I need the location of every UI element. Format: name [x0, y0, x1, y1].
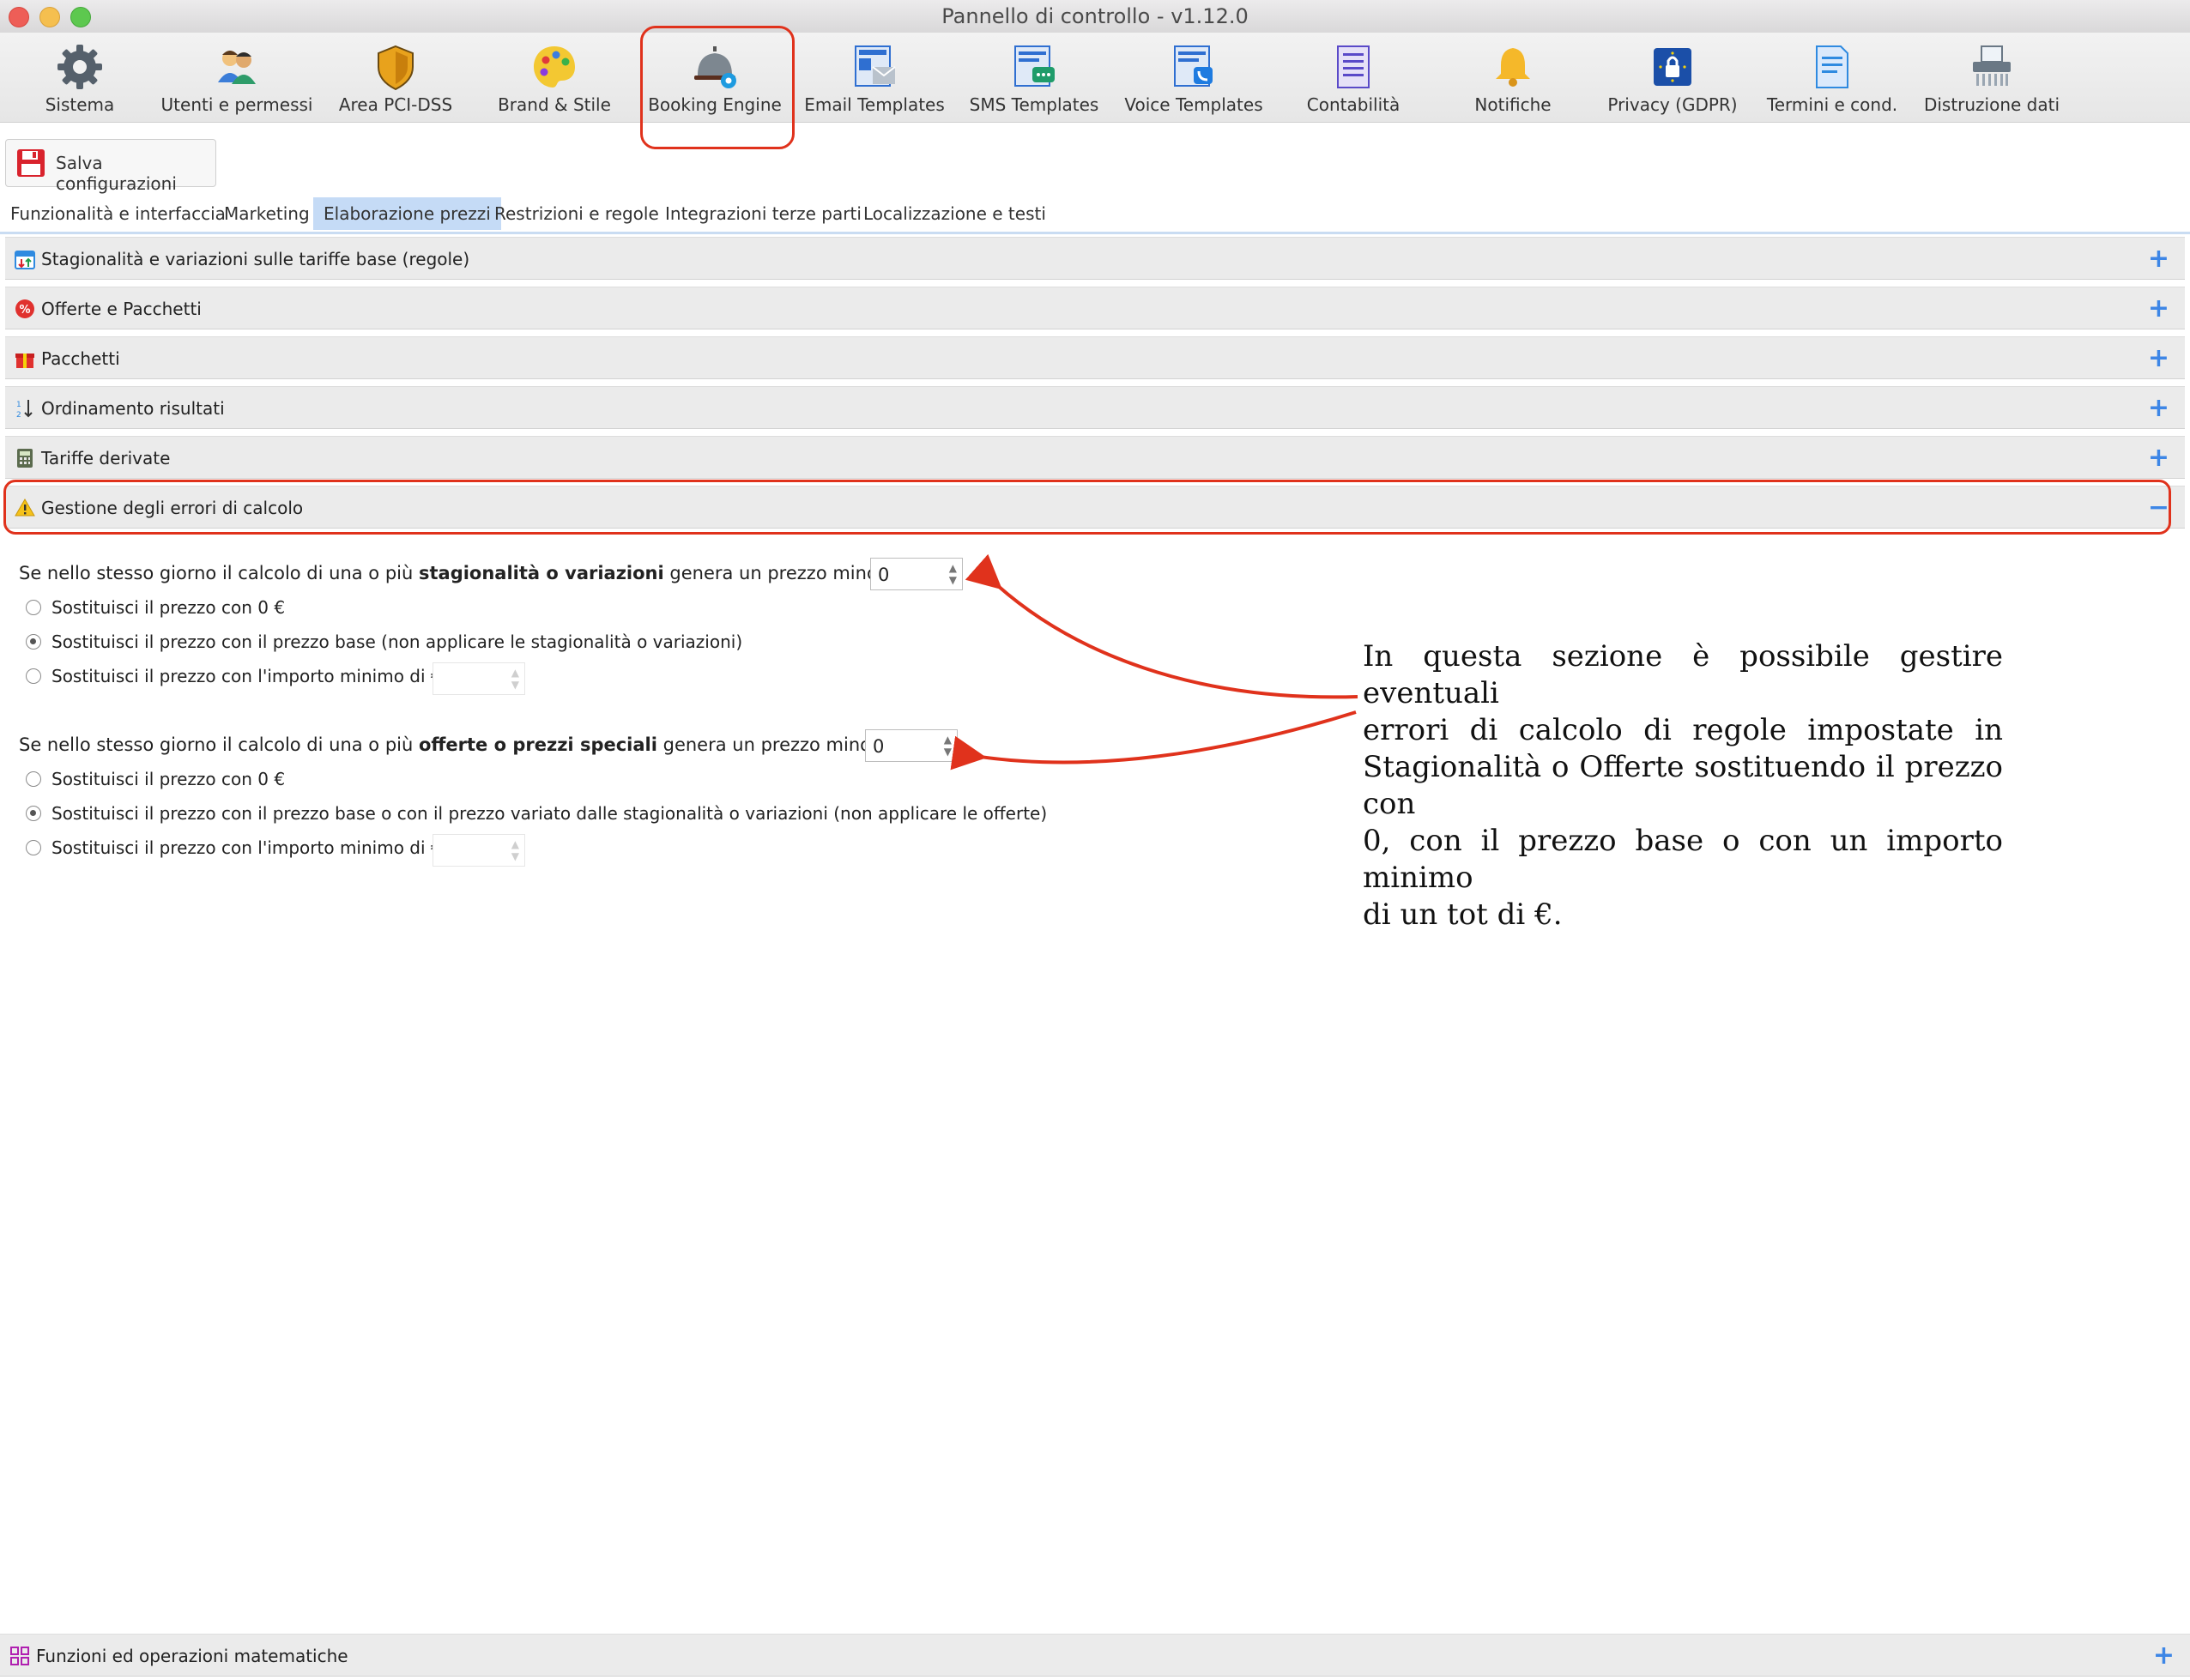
grid-functions-icon [10, 1647, 29, 1665]
expand-toggle[interactable]: + [2153, 1643, 2175, 1669]
arrow-to-section2 [950, 710, 1357, 771]
accordion-funzioni-matematiche[interactable]: Funzioni ed operazioni matematiche + [0, 1634, 2190, 1677]
arrow-to-section1 [965, 553, 1358, 699]
annotation-note: In questa sezione è possibile gestire ev… [1363, 639, 2003, 932]
